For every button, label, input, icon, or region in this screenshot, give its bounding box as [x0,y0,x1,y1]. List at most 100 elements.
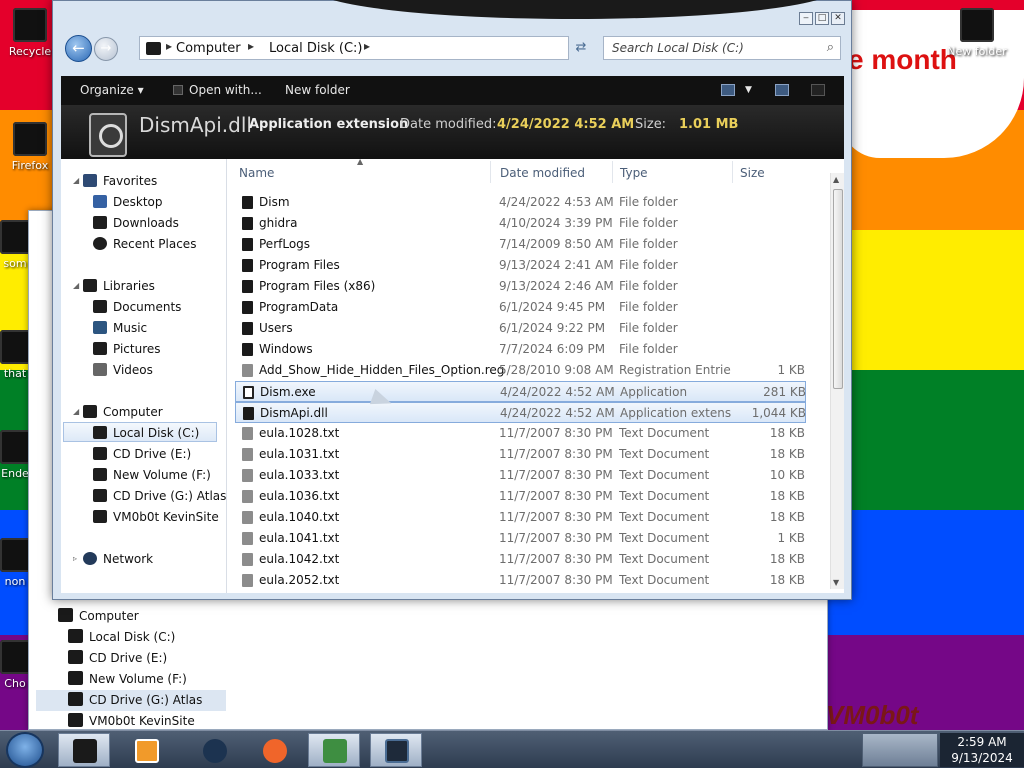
drive-icon [68,629,83,643]
nav-pictures[interactable]: Pictures [93,339,161,359]
start-button[interactable] [6,732,44,768]
back-tree-local-disk[interactable]: Local Disk (C:) [36,627,226,648]
back-button[interactable]: ← [65,35,92,62]
clock[interactable]: 2:59 AM 9/13/2024 [940,733,1024,767]
file-row[interactable]: Windows 7/7/2024 6:09 PM File folder [235,339,806,360]
nav-desktop[interactable]: Desktop [93,192,163,212]
forward-button[interactable]: → [94,37,118,61]
desktop-icon-cho[interactable]: Cho [0,640,30,690]
address-bar[interactable]: ▸ Computer ▸ Local Disk (C:) ▸ ▼ [139,36,635,60]
organize-button[interactable]: Organize ▾ [80,83,144,97]
file-row[interactable]: ghidra 4/10/2024 3:39 PM File folder [235,213,806,234]
taskbar-firefox[interactable] [248,733,300,767]
file-row[interactable]: Dism 4/24/2022 4:53 AM File folder [235,192,806,213]
taskbar-media-player[interactable] [120,733,172,767]
nav-local-disk[interactable]: Local Disk (C:) [63,422,217,442]
file-row[interactable]: ProgramData 6/1/2024 9:45 PM File folder [235,297,806,318]
scrollbar-thumb[interactable] [833,189,843,389]
file-size: 18 KB [769,447,805,461]
file-row[interactable]: eula.1028.txt 11/7/2007 8:30 PM Text Docum… [235,423,806,444]
nav-new-volume[interactable]: New Volume (F:) [93,465,211,485]
back-tree-cd-g[interactable]: CD Drive (G:) Atlas [36,690,226,711]
file-row[interactable]: eula.1033.txt 11/7/2007 8:30 PM Text Docum… [235,465,806,486]
back-tree-vm[interactable]: VM0b0t KevinSite [36,711,226,732]
nav-libraries[interactable]: Libraries [83,276,155,296]
file-row[interactable]: eula.1031.txt 11/7/2007 8:30 PM Text Docum… [235,444,806,465]
desktop-icon-label: that [3,367,27,380]
desktop-icon-new-folder[interactable]: New folder [944,8,1010,58]
breadcrumb-separator[interactable]: ▸ [248,39,254,53]
file-row[interactable]: eula.1040.txt 11/7/2007 8:30 PM Text Docum… [235,507,806,528]
explorer-window[interactable]: ‒ □ ✕ ← → ▸ Computer ▸ Local Disk (C:) ▸… [52,0,852,600]
file-row[interactable]: PerfLogs 7/14/2009 8:50 AM File folder [235,234,806,255]
chevron-down-icon[interactable]: ▼ [745,85,752,95]
scroll-up-icon[interactable]: ▲ [833,175,839,184]
file-row[interactable]: Program Files (x86) 9/13/2024 2:46 AM File… [235,276,806,297]
file-row[interactable]: eula.2052.txt 11/7/2007 8:30 PM Text Docum… [235,570,806,591]
desktop-icon-some[interactable]: som [0,220,30,270]
view-options-icon[interactable] [721,84,735,96]
file-date: 4/24/2022 4:53 AM [499,195,614,209]
column-header-name[interactable]: Name [239,166,274,180]
minimize-button[interactable]: ‒ [799,12,813,25]
nav-recent-places[interactable]: Recent Places [93,234,196,254]
taskbar-explorer[interactable] [58,733,110,767]
preview-pane-icon[interactable] [775,84,789,96]
search-icon[interactable]: ⌕ [827,40,834,55]
desktop-icon-recycle[interactable]: Recycle [2,8,58,58]
desktop-icon-firefox[interactable]: Firefox [2,122,58,172]
column-divider[interactable] [490,161,491,183]
breadcrumb-local-disk[interactable]: Local Disk (C:) [269,41,362,56]
expand-arrow-icon[interactable]: ◢ [73,281,79,290]
column-header-size[interactable]: Size [740,166,765,180]
nav-cd-drive-g[interactable]: CD Drive (G:) Atlas [93,486,226,506]
vertical-scrollbar[interactable]: ▲ ▼ [830,173,844,589]
open-with-button[interactable]: Open with... [173,83,262,97]
nav-documents[interactable]: Documents [93,297,181,317]
file-row[interactable]: eula.1042.txt 11/7/2007 8:30 PM Text Docum… [235,549,806,570]
desktop-icon-that[interactable]: that [0,330,30,380]
nav-music[interactable]: Music [93,318,147,338]
column-divider[interactable] [612,161,613,183]
file-row[interactable]: Add_Show_Hide_Hidden_Files_Option.reg 5/2… [235,360,806,381]
file-row[interactable]: Dism.exe 4/24/2022 4:52 AM Application 281 … [235,381,806,402]
breadcrumb-separator[interactable]: ▸ [166,39,172,53]
expand-arrow-icon[interactable]: ▹ [73,554,77,563]
help-icon[interactable] [811,84,825,96]
maximize-button[interactable]: □ [815,12,829,25]
scroll-down-icon[interactable]: ▼ [833,578,839,587]
nav-computer[interactable]: Computer [83,402,163,422]
nav-network[interactable]: Network [83,549,153,569]
column-divider[interactable] [732,161,733,183]
file-row[interactable]: eula.1041.txt 11/7/2007 8:30 PM Text Docum… [235,528,806,549]
back-tree-cd-e[interactable]: CD Drive (E:) [36,648,226,669]
file-row[interactable]: DismApi.dll 4/24/2022 4:52 AM Application … [235,402,806,423]
file-row[interactable]: Users 6/1/2024 9:22 PM File folder [235,318,806,339]
taskbar-browser[interactable] [188,733,240,767]
nav-favorites[interactable]: Favorites [83,171,157,191]
file-row[interactable]: Program Files 9/13/2024 2:41 AM File folde… [235,255,806,276]
system-tray[interactable] [862,733,938,767]
column-header-type[interactable]: Type [620,166,648,180]
expand-arrow-icon[interactable]: ◢ [73,176,79,185]
nav-vm-kevinsite[interactable]: VM0b0t KevinSite [93,507,219,527]
nav-cd-drive-e[interactable]: CD Drive (E:) [93,444,191,464]
back-tree-new-volume[interactable]: New Volume (F:) [36,669,226,690]
close-button[interactable]: ✕ [831,12,845,25]
expand-arrow-icon[interactable]: ◢ [73,407,79,416]
breadcrumb-computer[interactable]: Computer [176,41,241,56]
file-row[interactable]: eula.1036.txt 11/7/2007 8:30 PM Text Docum… [235,486,806,507]
desktop-icon-ende[interactable]: Ende [0,430,30,480]
refresh-icon[interactable]: ⇄ [569,36,593,60]
nav-videos[interactable]: Videos [93,360,153,380]
libraries-icon [83,279,97,292]
desktop-icon-non[interactable]: non [0,538,30,588]
breadcrumb-separator[interactable]: ▸ [364,39,370,53]
new-folder-button[interactable]: New folder [285,83,350,97]
back-tree-computer[interactable]: Computer [36,606,226,627]
taskbar-window[interactable] [370,733,422,767]
column-header-date[interactable]: Date modified [500,166,585,180]
nav-downloads[interactable]: Downloads [93,213,179,233]
search-input[interactable]: Search Local Disk (C:) ⌕ [603,36,841,60]
taskbar-network-tool[interactable] [308,733,360,767]
